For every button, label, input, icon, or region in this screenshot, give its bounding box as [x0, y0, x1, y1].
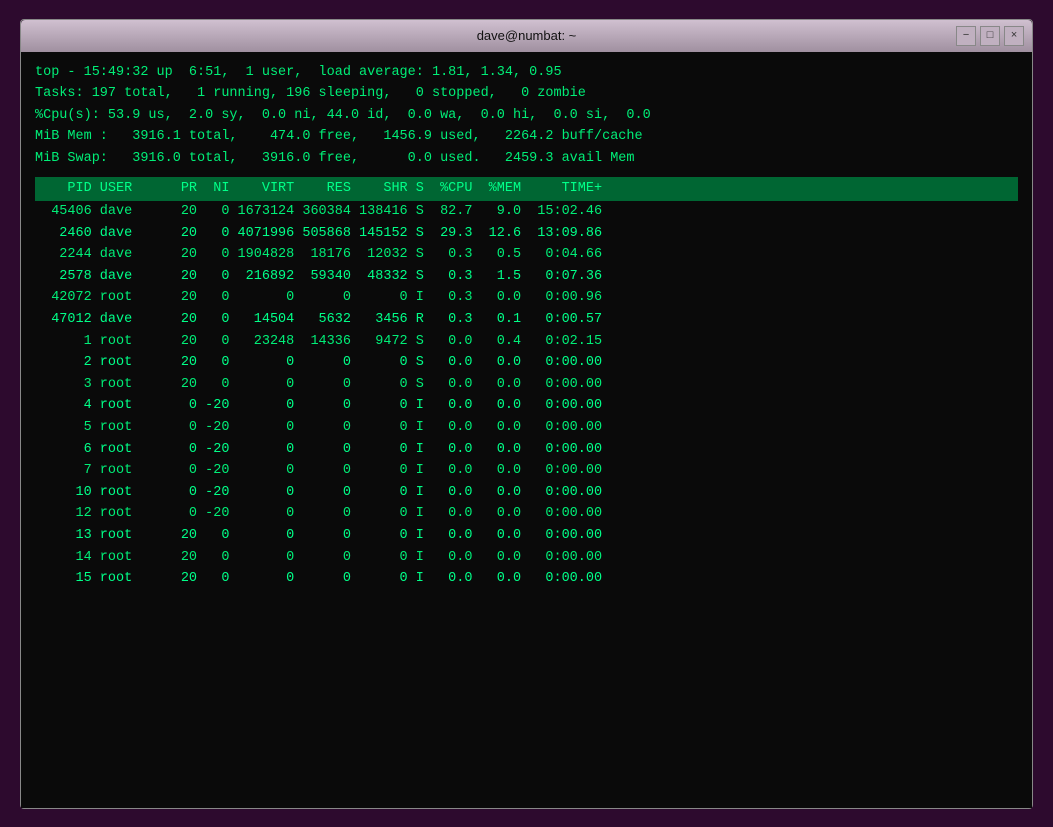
table-row: 5 root 0 -20 0 0 0 I 0.0 0.0 0:00.00 — [35, 417, 1018, 439]
table-row: 47012 dave 20 0 14504 5632 3456 R 0.3 0.… — [35, 309, 1018, 331]
titlebar: dave@numbat: ~ − □ × — [21, 20, 1032, 52]
table-row: 3 root 20 0 0 0 0 S 0.0 0.0 0:00.00 — [35, 374, 1018, 396]
table-row: 6 root 0 -20 0 0 0 I 0.0 0.0 0:00.00 — [35, 439, 1018, 461]
process-table: PID USER PR NI VIRT RES SHR S %CPU %MEM … — [35, 177, 1018, 589]
table-row: 2244 dave 20 0 1904828 18176 12032 S 0.3… — [35, 244, 1018, 266]
table-row: 14 root 20 0 0 0 0 I 0.0 0.0 0:00.00 — [35, 547, 1018, 569]
table-header-row: PID USER PR NI VIRT RES SHR S %CPU %MEM … — [35, 177, 1018, 201]
table-row: 1 root 20 0 23248 14336 9472 S 0.0 0.4 0… — [35, 331, 1018, 353]
cpu-line: %Cpu(s): 53.9 us, 2.0 sy, 0.0 ni, 44.0 i… — [35, 105, 1018, 127]
table-row: 2460 dave 20 0 4071996 505868 145152 S 2… — [35, 223, 1018, 245]
table-row: 15 root 20 0 0 0 0 I 0.0 0.0 0:00.00 — [35, 568, 1018, 590]
table-row: 42072 root 20 0 0 0 0 I 0.3 0.0 0:00.96 — [35, 287, 1018, 309]
close-button[interactable]: × — [1004, 26, 1024, 46]
table-row: 2578 dave 20 0 216892 59340 48332 S 0.3 … — [35, 266, 1018, 288]
table-row: 4 root 0 -20 0 0 0 I 0.0 0.0 0:00.00 — [35, 395, 1018, 417]
window-title: dave@numbat: ~ — [477, 28, 577, 43]
window-controls[interactable]: − □ × — [956, 26, 1024, 46]
terminal-content[interactable]: top - 15:49:32 up 6:51, 1 user, load ave… — [21, 52, 1032, 808]
system-stats: top - 15:49:32 up 6:51, 1 user, load ave… — [35, 62, 1018, 170]
top-line: top - 15:49:32 up 6:51, 1 user, load ave… — [35, 62, 1018, 84]
table-row: 45406 dave 20 0 1673124 360384 138416 S … — [35, 201, 1018, 223]
table-row: 7 root 0 -20 0 0 0 I 0.0 0.0 0:00.00 — [35, 460, 1018, 482]
table-row: 10 root 0 -20 0 0 0 I 0.0 0.0 0:00.00 — [35, 482, 1018, 504]
maximize-button[interactable]: □ — [980, 26, 1000, 46]
mem-line: MiB Mem : 3916.1 total, 474.0 free, 1456… — [35, 126, 1018, 148]
terminal-window: dave@numbat: ~ − □ × top - 15:49:32 up 6… — [20, 19, 1033, 809]
table-row: 12 root 0 -20 0 0 0 I 0.0 0.0 0:00.00 — [35, 503, 1018, 525]
table-row: 2 root 20 0 0 0 0 S 0.0 0.0 0:00.00 — [35, 352, 1018, 374]
table-row: 13 root 20 0 0 0 0 I 0.0 0.0 0:00.00 — [35, 525, 1018, 547]
minimize-button[interactable]: − — [956, 26, 976, 46]
tasks-line: Tasks: 197 total, 1 running, 196 sleepin… — [35, 83, 1018, 105]
swap-line: MiB Swap: 3916.0 total, 3916.0 free, 0.0… — [35, 148, 1018, 170]
